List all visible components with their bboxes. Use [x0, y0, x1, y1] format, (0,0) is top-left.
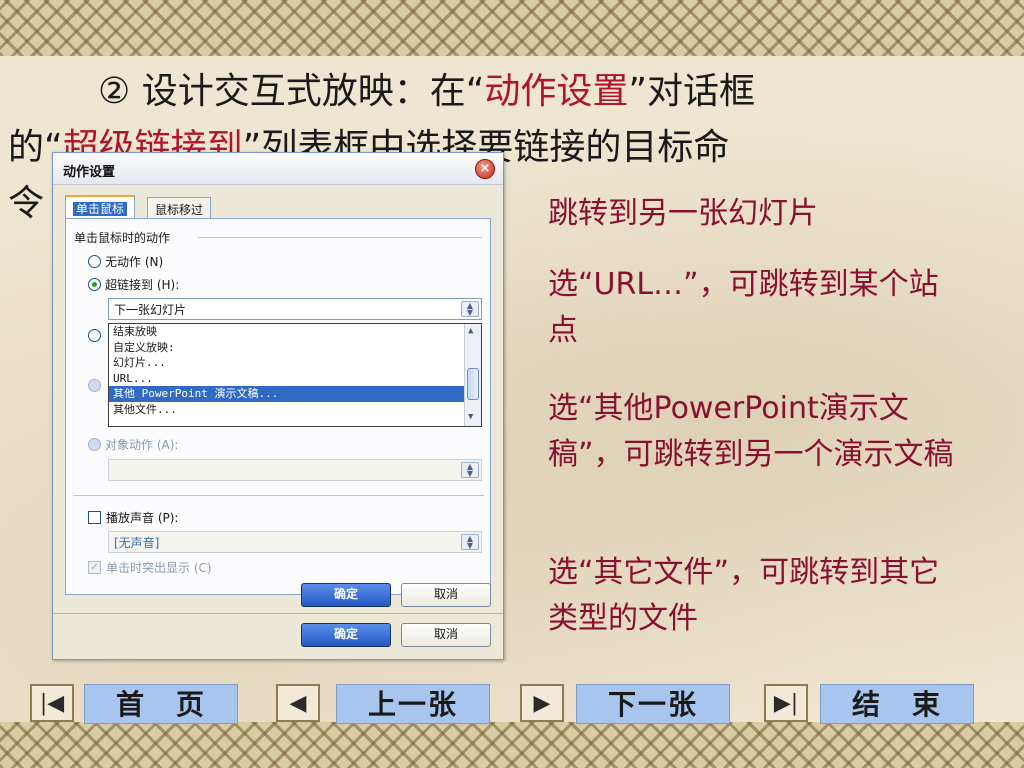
- end-show-button[interactable]: 结 束: [820, 684, 974, 724]
- tab-mouse-click[interactable]: 单击鼠标: [65, 195, 136, 219]
- option-no-action[interactable]: 无动作 (N): [88, 253, 163, 270]
- dropdown-spin-icon[interactable]: ▲ ▼: [461, 301, 479, 317]
- close-icon[interactable]: ×: [475, 159, 495, 179]
- highlight-action-settings: 动作设置: [484, 71, 629, 112]
- action-settings-dialog: 动作设置 × 单击鼠标 鼠标移过 单击鼠标时的动作 无动作 (N) 超链接到 (…: [52, 152, 504, 660]
- radio-object-action[interactable]: [88, 438, 101, 451]
- decorative-border-bottom: [0, 722, 1024, 768]
- prev-slide-button[interactable]: 上一张: [336, 684, 490, 724]
- dialog-title: 动作设置: [63, 165, 116, 180]
- note-url: 选“URL…”，可跳转到某个站点: [548, 267, 939, 348]
- play-sound-checkbox[interactable]: [88, 511, 101, 524]
- prev-slide-icon[interactable]: ◀: [276, 684, 320, 722]
- highlight-click-option[interactable]: ✓ 单击时突出显示 (C): [88, 559, 212, 576]
- first-slide-icon[interactable]: |◀: [30, 684, 74, 722]
- cancel-button[interactable]: 取消: [401, 583, 491, 607]
- list-item[interactable]: 结束放映: [109, 324, 481, 340]
- ok-button[interactable]: 确定: [301, 583, 391, 607]
- radio-hyperlink[interactable]: [88, 278, 101, 291]
- note-next-slide: 跳转到另一张幻灯片: [548, 196, 818, 231]
- tab-mouse-over[interactable]: 鼠标移过: [147, 197, 212, 219]
- radio-no-action[interactable]: [88, 255, 101, 268]
- sound-dropdown[interactable]: [无声音] ▲ ▼: [108, 531, 482, 553]
- section-divider: [74, 495, 484, 496]
- dropdown-spin-icon[interactable]: ▲ ▼: [461, 462, 479, 478]
- group-label: 单击鼠标时的动作: [74, 231, 171, 245]
- radio-run-program[interactable]: [88, 329, 101, 342]
- first-slide-button[interactable]: 首 页: [84, 684, 238, 724]
- ok-button-duplicate[interactable]: 确定: [301, 623, 391, 647]
- next-slide-button[interactable]: 下一张: [576, 684, 730, 724]
- scroll-down-icon[interactable]: ▼: [468, 412, 473, 422]
- tab-panel: 单击鼠标时的动作 无动作 (N) 超链接到 (H): 下一张幻灯片 ▲ ▼ 结束放…: [65, 218, 491, 595]
- play-sound-option[interactable]: 播放声音 (P):: [88, 509, 178, 526]
- scroll-thumb[interactable]: [467, 368, 479, 400]
- hyperlink-dropdown[interactable]: 下一张幻灯片 ▲ ▼: [108, 298, 482, 320]
- highlight-checkbox[interactable]: ✓: [88, 561, 101, 574]
- object-action-dropdown[interactable]: ▲ ▼: [108, 459, 482, 481]
- next-slide-icon[interactable]: ▶: [520, 684, 564, 722]
- list-item[interactable]: 幻灯片...: [109, 355, 481, 371]
- radio-run-macro[interactable]: [88, 379, 101, 392]
- scroll-up-icon[interactable]: ▲: [468, 326, 473, 336]
- dialog-separator: [53, 613, 503, 614]
- hyperlink-listbox[interactable]: 结束放映 自定义放映: 幻灯片... URL... 其他 PowerPoint …: [108, 323, 482, 427]
- dialog-titlebar: 动作设置 ×: [53, 153, 503, 185]
- option-hyperlink[interactable]: 超链接到 (H):: [88, 276, 179, 293]
- cancel-button-duplicate[interactable]: 取消: [401, 623, 491, 647]
- dropdown-spin-icon[interactable]: ▲ ▼: [461, 534, 479, 550]
- group-divider: [198, 237, 482, 238]
- list-item[interactable]: 其他文件...: [109, 402, 481, 418]
- list-item[interactable]: 自定义放映:: [109, 340, 481, 356]
- note-other-presentation: 选“其他PowerPoint演示文稿”，可跳转到另一个演示文稿: [548, 391, 954, 472]
- note-other-file: 选“其它文件”，可跳转到其它类型的文件: [548, 555, 940, 636]
- list-item[interactable]: URL...: [109, 371, 481, 387]
- list-item-selected[interactable]: 其他 PowerPoint 演示文稿...: [109, 386, 481, 402]
- step-marker: ②: [98, 71, 131, 112]
- option-object-action[interactable]: 对象动作 (A):: [88, 436, 178, 453]
- list-scrollbar[interactable]: ▲ ▼: [464, 324, 481, 426]
- last-slide-icon[interactable]: ▶|: [764, 684, 808, 722]
- decorative-border-top: [0, 0, 1024, 56]
